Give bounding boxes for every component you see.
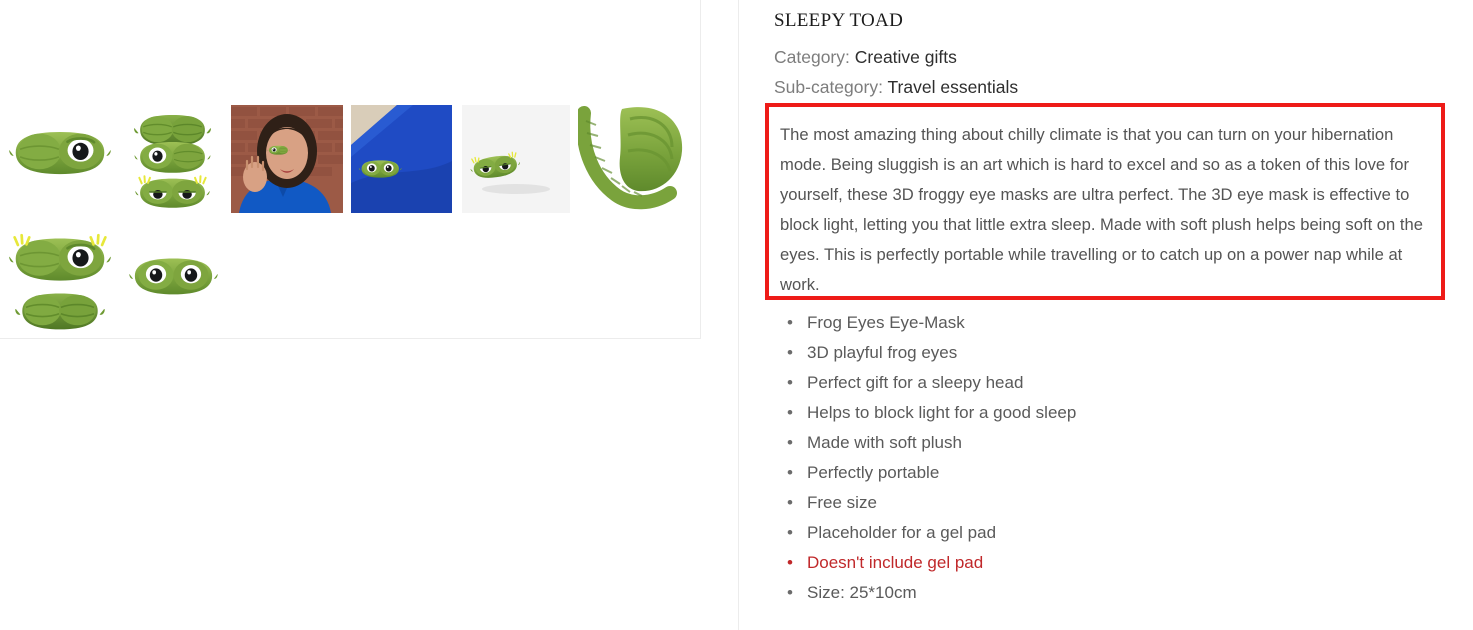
product-description: The most amazing thing about chilly clim… bbox=[780, 125, 1423, 294]
subcategory-value: Travel essentials bbox=[887, 77, 1019, 97]
product-image-model-wearing-mask[interactable] bbox=[231, 105, 343, 213]
feature-list-item-label: Perfect gift for a sleepy head bbox=[807, 373, 1024, 392]
product-image-mask-tufts-large[interactable] bbox=[6, 228, 114, 290]
product-image-mask-on-blue-fabric[interactable] bbox=[351, 105, 452, 213]
feature-list-item-label: Placeholder for a gel pad bbox=[807, 523, 997, 542]
feature-list-item-label: Made with soft plush bbox=[807, 433, 962, 452]
product-feature-list: • Frog Eyes Eye-Mask • 3D playful frog eyes… bbox=[774, 308, 1457, 608]
feature-list-item: • Placeholder for a gel pad bbox=[787, 518, 1457, 548]
feature-list-item-label: Size: 25*10cm bbox=[807, 583, 917, 602]
product-image-mask-row-middle[interactable] bbox=[133, 137, 212, 177]
bullet-icon: • bbox=[787, 463, 793, 482]
feature-list-item: • Perfectly portable bbox=[787, 458, 1457, 488]
bullet-icon: • bbox=[787, 523, 793, 542]
subcategory-label: Sub-category: bbox=[774, 77, 883, 97]
feature-list-item-label: Perfectly portable bbox=[807, 463, 940, 482]
product-image-mask-back-large[interactable] bbox=[6, 288, 114, 334]
gallery-right-divider bbox=[700, 0, 701, 339]
feature-list-item: • Perfect gift for a sleepy head bbox=[787, 368, 1457, 398]
feature-list-item: • Size: 25*10cm bbox=[787, 578, 1457, 608]
feature-list-item-label: Helps to block light for a good sleep bbox=[807, 403, 1077, 422]
feature-list-item: • Frog Eyes Eye-Mask bbox=[787, 308, 1457, 338]
frog-mask-icon bbox=[6, 120, 114, 185]
feature-list-item: • Helps to block light for a good sleep bbox=[787, 398, 1457, 428]
frog-mask-icon bbox=[133, 172, 212, 212]
bullet-icon: • bbox=[787, 343, 793, 362]
feature-list-item-label: Doesn't include gel pad bbox=[807, 553, 984, 572]
bullet-icon: • bbox=[787, 553, 793, 572]
frog-mask-icon bbox=[126, 253, 221, 299]
gallery-stage bbox=[0, 0, 700, 338]
feature-list-item: • Made with soft plush bbox=[787, 428, 1457, 458]
product-info-panel: SLEEPY TOAD Category: Creative gifts Sub… bbox=[739, 0, 1473, 630]
category-label: Category: bbox=[774, 47, 850, 67]
bullet-icon: • bbox=[787, 493, 793, 512]
product-image-mask-angled-white[interactable] bbox=[462, 105, 570, 213]
feature-list-item: • Free size bbox=[787, 488, 1457, 518]
product-image-gallery bbox=[0, 0, 700, 339]
frog-mask-icon bbox=[6, 288, 114, 334]
subcategory-line: Sub-category: Travel essentials bbox=[774, 77, 1018, 98]
bullet-icon: • bbox=[787, 373, 793, 392]
model-photo-illustration bbox=[231, 105, 343, 213]
product-image-mask-wide-eyes[interactable] bbox=[126, 253, 221, 299]
frog-mask-icon bbox=[6, 233, 114, 290]
feature-list-item-label: 3D playful frog eyes bbox=[807, 343, 958, 362]
feature-list-item: • 3D playful frog eyes bbox=[787, 338, 1457, 368]
feature-list-item-label: Frog Eyes Eye-Mask bbox=[807, 313, 965, 332]
feature-list-item-label: Free size bbox=[807, 493, 877, 512]
bullet-icon: • bbox=[787, 403, 793, 422]
bullet-icon: • bbox=[787, 313, 793, 332]
product-image-mask-row-bottom[interactable] bbox=[133, 172, 212, 212]
frog-mask-icon bbox=[133, 137, 212, 177]
product-detail-page: SLEEPY TOAD Category: Creative gifts Sub… bbox=[0, 0, 1473, 630]
feature-list-item: • Doesn't include gel pad bbox=[787, 548, 1457, 578]
product-image-mask-with-strap[interactable] bbox=[578, 105, 686, 213]
page-title: SLEEPY TOAD bbox=[774, 10, 904, 31]
category-line: Category: Creative gifts bbox=[774, 47, 957, 68]
mask-on-blue-fabric-illustration bbox=[351, 105, 452, 213]
description-highlight-box: The most amazing thing about chilly clim… bbox=[765, 103, 1445, 300]
mask-angled-illustration bbox=[462, 105, 570, 213]
product-image-mask-front-large[interactable] bbox=[6, 120, 114, 185]
bullet-icon: • bbox=[787, 433, 793, 452]
category-value: Creative gifts bbox=[854, 47, 957, 67]
bullet-icon: • bbox=[787, 583, 793, 602]
mask-strap-illustration bbox=[578, 105, 686, 213]
